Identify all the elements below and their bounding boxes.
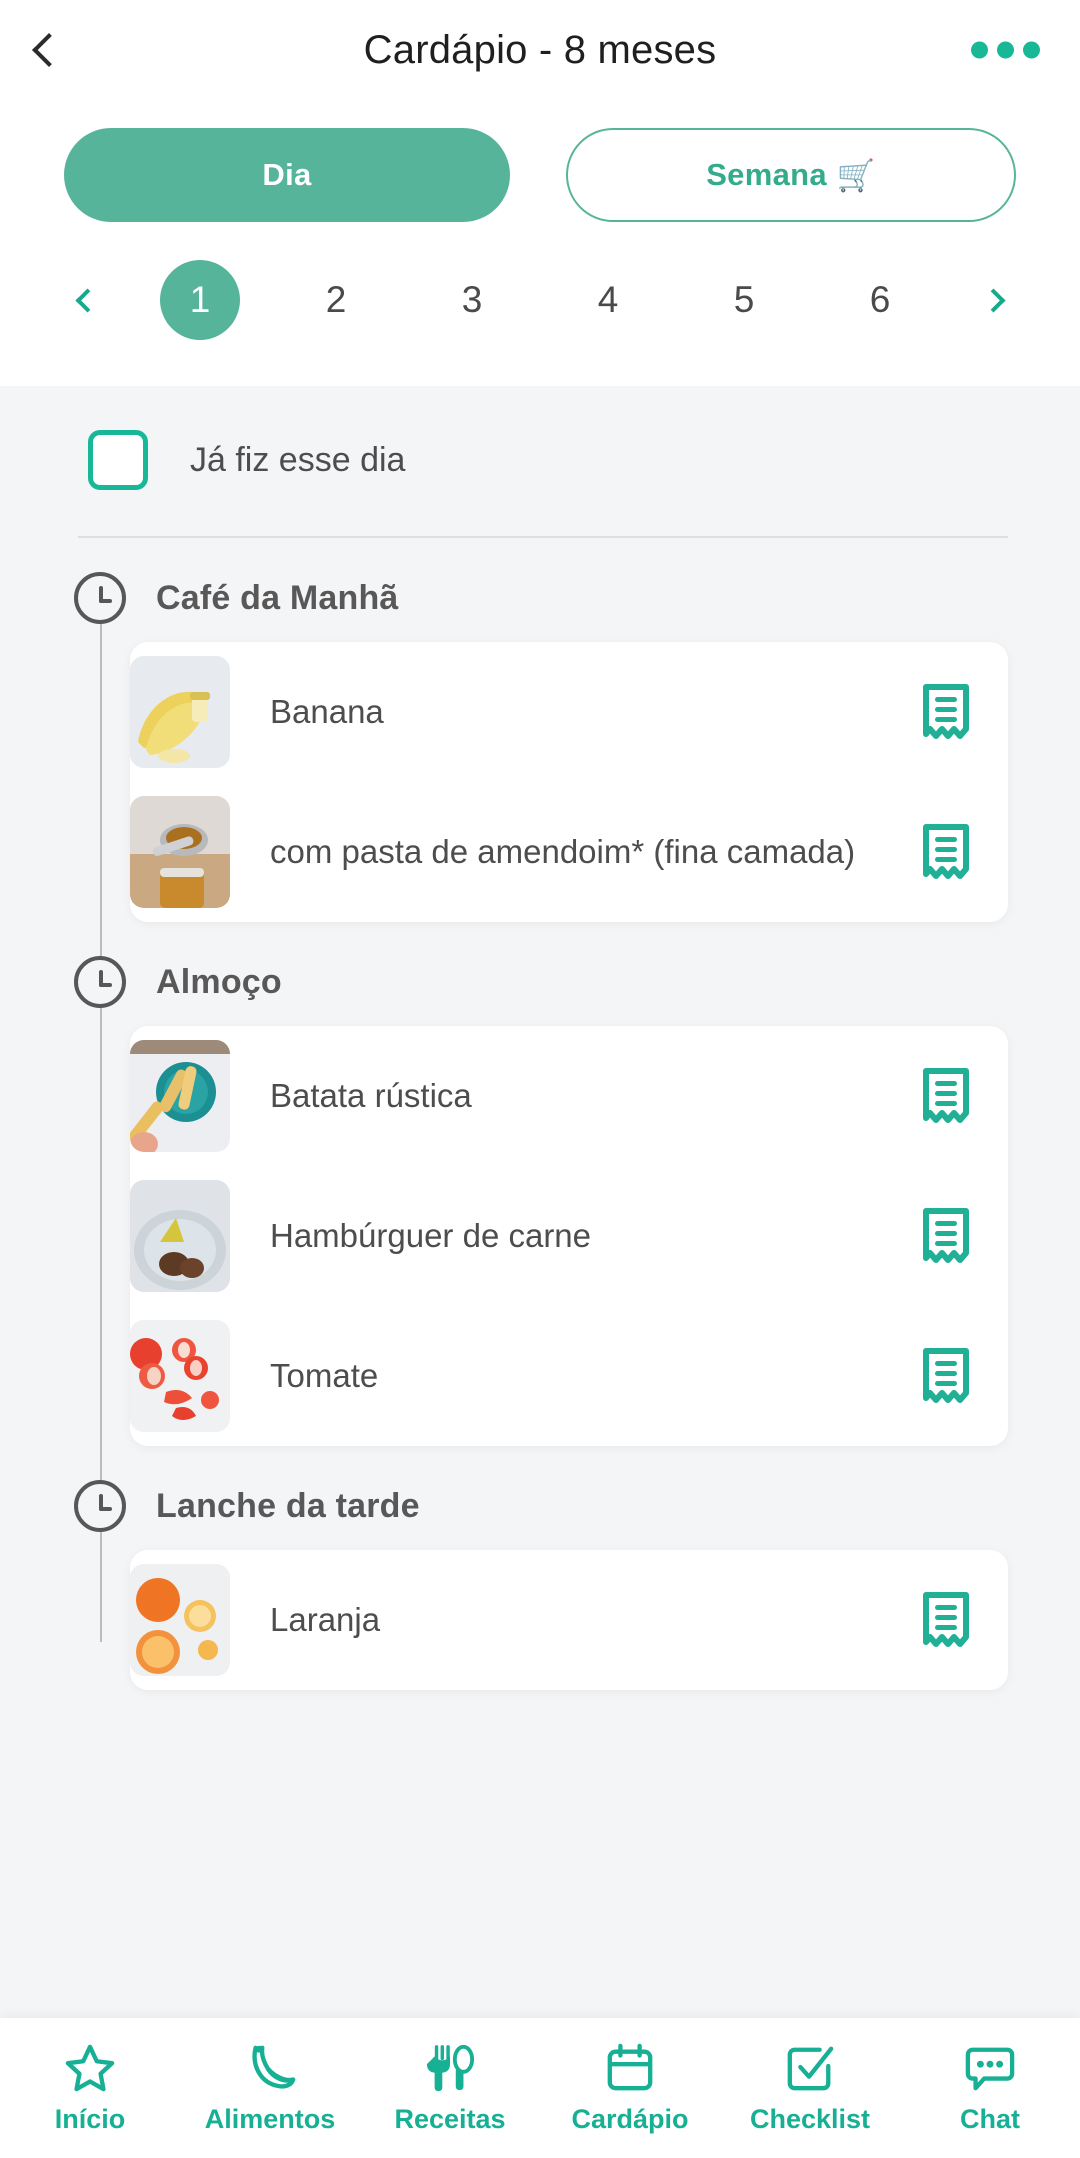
nav-label: Checklist [749, 2103, 871, 2134]
meal-card-breakfast: Banana com pasta de amendoim* (fina cama… [130, 642, 1008, 922]
fork-spoon-icon [422, 2042, 478, 2094]
bottom-navigation: Início Alimentos Receitas Cardápio Check… [0, 2018, 1080, 2158]
clock-icon [74, 572, 126, 624]
food-row[interactable]: com pasta de amendoim* (fina camada) [130, 782, 1008, 922]
recipe-receipt-icon[interactable] [920, 1207, 972, 1265]
day-chip-3[interactable]: 3 [432, 260, 512, 340]
meal-card-lunch: Batata rústica Hambúrguer de carne Tomat… [130, 1026, 1008, 1446]
day-chip-6[interactable]: 6 [840, 260, 920, 340]
more-options-icon[interactable] [971, 41, 1040, 59]
shopping-cart-icon: 🛒 [836, 157, 876, 193]
chevron-right-icon [980, 287, 1006, 313]
meal-header-breakfast: Café da Manhã [74, 538, 1080, 642]
recipe-receipt-icon[interactable] [920, 1591, 972, 1649]
done-checkbox-row[interactable]: Já fiz esse dia [0, 386, 1080, 490]
nav-label: Chat [960, 2103, 1020, 2134]
pager-prev-button[interactable] [70, 283, 104, 317]
tab-dia[interactable]: Dia [64, 128, 510, 222]
day-chip-2[interactable]: 2 [296, 260, 376, 340]
tab-semana-label: Semana [706, 157, 827, 192]
nav-item-cardapio[interactable]: Cardápio [540, 2042, 720, 2135]
chevron-left-icon [74, 287, 100, 313]
nav-label: Cardápio [571, 2103, 689, 2134]
recipe-receipt-icon[interactable] [920, 1347, 972, 1405]
menu-content: Já fiz esse dia Café da Manhã Banana com… [0, 386, 1080, 1690]
day-chip-4[interactable]: 4 [568, 260, 648, 340]
food-row[interactable]: Hambúrguer de carne [130, 1166, 1008, 1306]
burger-photo [130, 1180, 230, 1292]
food-row[interactable]: Banana [130, 642, 1008, 782]
meal-header-lunch: Almoço [74, 922, 1080, 1026]
nav-item-chat[interactable]: Chat [900, 2042, 1080, 2135]
meal-timeline: Café da Manhã Banana com pasta de amendo… [0, 538, 1080, 1690]
nav-item-inicio[interactable]: Início [0, 2042, 180, 2135]
star-icon [62, 2042, 118, 2094]
food-name: Banana [270, 693, 384, 731]
orange-photo [130, 1564, 230, 1676]
food-name: Tomate [270, 1357, 379, 1395]
tab-dia-label: Dia [262, 157, 312, 192]
day-chip-5[interactable]: 5 [704, 260, 784, 340]
recipe-receipt-icon[interactable] [920, 823, 972, 881]
food-row[interactable]: Tomate [130, 1306, 1008, 1446]
done-checkbox-label: Já fiz esse dia [190, 440, 406, 479]
food-name: Batata rústica [270, 1077, 472, 1115]
tab-semana[interactable]: Semana 🛒 [566, 128, 1016, 222]
pager-next-button[interactable] [976, 283, 1010, 317]
dot [997, 41, 1014, 59]
checkbox-check-icon [782, 2042, 838, 2094]
recipe-receipt-icon[interactable] [920, 1067, 972, 1125]
day-pager: 1 2 3 4 5 6 [0, 222, 1080, 386]
clock-icon [74, 1480, 126, 1532]
meal-title: Café da Manhã [156, 578, 399, 617]
meal-title: Lanche da tarde [156, 1486, 420, 1525]
food-row[interactable]: Batata rústica [130, 1026, 1008, 1166]
banana-photo [130, 656, 230, 768]
chat-bubble-icon [962, 2042, 1018, 2094]
day-chip-1[interactable]: 1 [160, 260, 240, 340]
app-header: Cardápio - 8 meses [0, 0, 1080, 100]
calendar-icon [602, 2042, 658, 2094]
app-screen: Cardápio - 8 meses Dia Semana 🛒 1 2 3 4 … [0, 0, 1080, 2158]
nav-label: Início [54, 2103, 126, 2134]
nav-item-checklist[interactable]: Checklist [720, 2042, 900, 2135]
meal-header-snack: Lanche da tarde [74, 1446, 1080, 1550]
meal-card-snack: Laranja [130, 1550, 1008, 1690]
dot [971, 41, 988, 59]
food-row[interactable]: Laranja [130, 1550, 1008, 1690]
nav-label: Receitas [394, 2103, 506, 2134]
page-title: Cardápio - 8 meses [363, 27, 717, 72]
peanut-butter-photo [130, 796, 230, 908]
recipe-receipt-icon[interactable] [920, 683, 972, 741]
nav-item-receitas[interactable]: Receitas [360, 2042, 540, 2135]
food-name: Laranja [270, 1601, 381, 1639]
nav-label: Alimentos [204, 2103, 336, 2134]
done-checkbox[interactable] [88, 430, 148, 490]
food-name: com pasta de amendoim* (fina camada) [270, 833, 856, 871]
tomato-photo [130, 1320, 230, 1432]
dot [1023, 41, 1040, 59]
banana-icon [242, 2042, 298, 2094]
nav-item-alimentos[interactable]: Alimentos [180, 2042, 360, 2135]
clock-icon [74, 956, 126, 1008]
food-name: Hambúrguer de carne [270, 1217, 592, 1255]
meal-title: Almoço [156, 962, 282, 1001]
view-toggle: Dia Semana 🛒 [0, 100, 1080, 222]
potato-photo [130, 1040, 230, 1152]
